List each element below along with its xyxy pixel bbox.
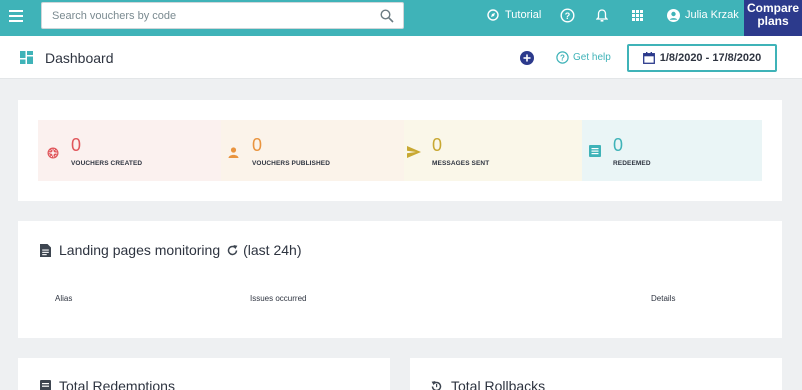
user-menu[interactable]: Julia Krzak: [667, 0, 739, 30]
document-icon: [40, 243, 51, 257]
column-header-alias: Alias: [55, 294, 73, 303]
page-title: Dashboard: [45, 50, 114, 66]
menu-icon: [9, 10, 23, 22]
add-button[interactable]: [520, 51, 534, 65]
stat-value: 0: [71, 135, 82, 155]
total-redemptions-card: Total Redemptions: [18, 358, 390, 390]
help-button[interactable]: ?: [560, 0, 575, 30]
refresh-icon[interactable]: [226, 244, 239, 257]
apps-button[interactable]: [632, 0, 643, 30]
stat-redeemed: 0 REDEEMED: [582, 120, 762, 181]
calendar-icon: [642, 52, 655, 64]
person-icon: [228, 147, 239, 158]
stat-label: REDEEMED: [613, 160, 651, 167]
total-rollbacks-title-text: Total Rollbacks: [451, 378, 546, 390]
stat-label: MESSAGES SENT: [432, 160, 490, 167]
get-help-label: Get help: [573, 52, 611, 63]
compass-icon: [487, 9, 499, 21]
get-help-link[interactable]: ? Get help: [556, 51, 611, 64]
top-bar: Tutorial ? Julia Krzak Compare plans: [0, 0, 802, 36]
landing-pages-title-text: Landing pages monitoring: [59, 242, 221, 258]
stat-vouchers-published: 0 VOUCHERS PUBLISHED: [221, 120, 404, 181]
total-redemptions-title-text: Total Redemptions: [59, 378, 175, 390]
stat-value: 0: [432, 135, 443, 155]
search-icon[interactable]: [380, 9, 394, 23]
column-header-details: Details: [651, 294, 676, 303]
compare-plans-button[interactable]: Compare plans: [744, 0, 802, 36]
search-box: [41, 2, 404, 29]
stat-vouchers-created: 0 VOUCHERS CREATED: [38, 120, 221, 181]
date-range-label: 1/8/2020 - 17/8/2020: [659, 52, 762, 64]
dashboard-icon: [20, 51, 33, 64]
total-rollbacks-card: Total Rollbacks: [410, 358, 782, 390]
user-avatar-icon: [667, 8, 680, 22]
list-icon: [40, 380, 51, 390]
help-circle-icon: ?: [556, 51, 569, 64]
landing-pages-card: [18, 221, 782, 338]
receipt-icon: [589, 145, 601, 157]
stat-value: 0: [613, 135, 624, 155]
stat-label: VOUCHERS CREATED: [71, 160, 143, 167]
send-icon: [407, 146, 421, 158]
stat-label: VOUCHERS PUBLISHED: [252, 160, 331, 167]
bell-icon: [596, 8, 608, 22]
svg-text:?: ?: [560, 54, 565, 63]
notifications-button[interactable]: [596, 0, 608, 30]
landing-pages-title: Landing pages monitoring (last 24h): [40, 242, 301, 258]
user-name: Julia Krzak: [685, 9, 739, 21]
tutorial-label: Tutorial: [505, 9, 542, 21]
date-range-picker[interactable]: 1/8/2020 - 17/8/2020: [627, 44, 777, 72]
plus-icon: [523, 54, 531, 62]
apps-grid-icon: [632, 9, 643, 21]
landing-pages-suffix: (last 24h): [243, 242, 302, 258]
help-circle-icon: ?: [560, 7, 575, 23]
search-input[interactable]: [42, 3, 362, 28]
history-icon: [431, 380, 442, 390]
total-rollbacks-title: Total Rollbacks: [430, 378, 545, 390]
column-header-issues: Issues occurred: [250, 294, 307, 303]
add-circle-icon: [47, 147, 59, 159]
tutorial-button[interactable]: Tutorial: [487, 0, 541, 30]
total-redemptions-title: Total Redemptions: [40, 378, 175, 390]
hamburger-menu-button[interactable]: [0, 0, 32, 32]
dashboard-header: Dashboard ? Get help 1/8/2020 - 17/8/202…: [0, 36, 802, 79]
stat-messages-sent: 0 MESSAGES SENT: [404, 120, 582, 181]
stat-value: 0: [252, 135, 263, 155]
svg-text:?: ?: [565, 11, 571, 21]
